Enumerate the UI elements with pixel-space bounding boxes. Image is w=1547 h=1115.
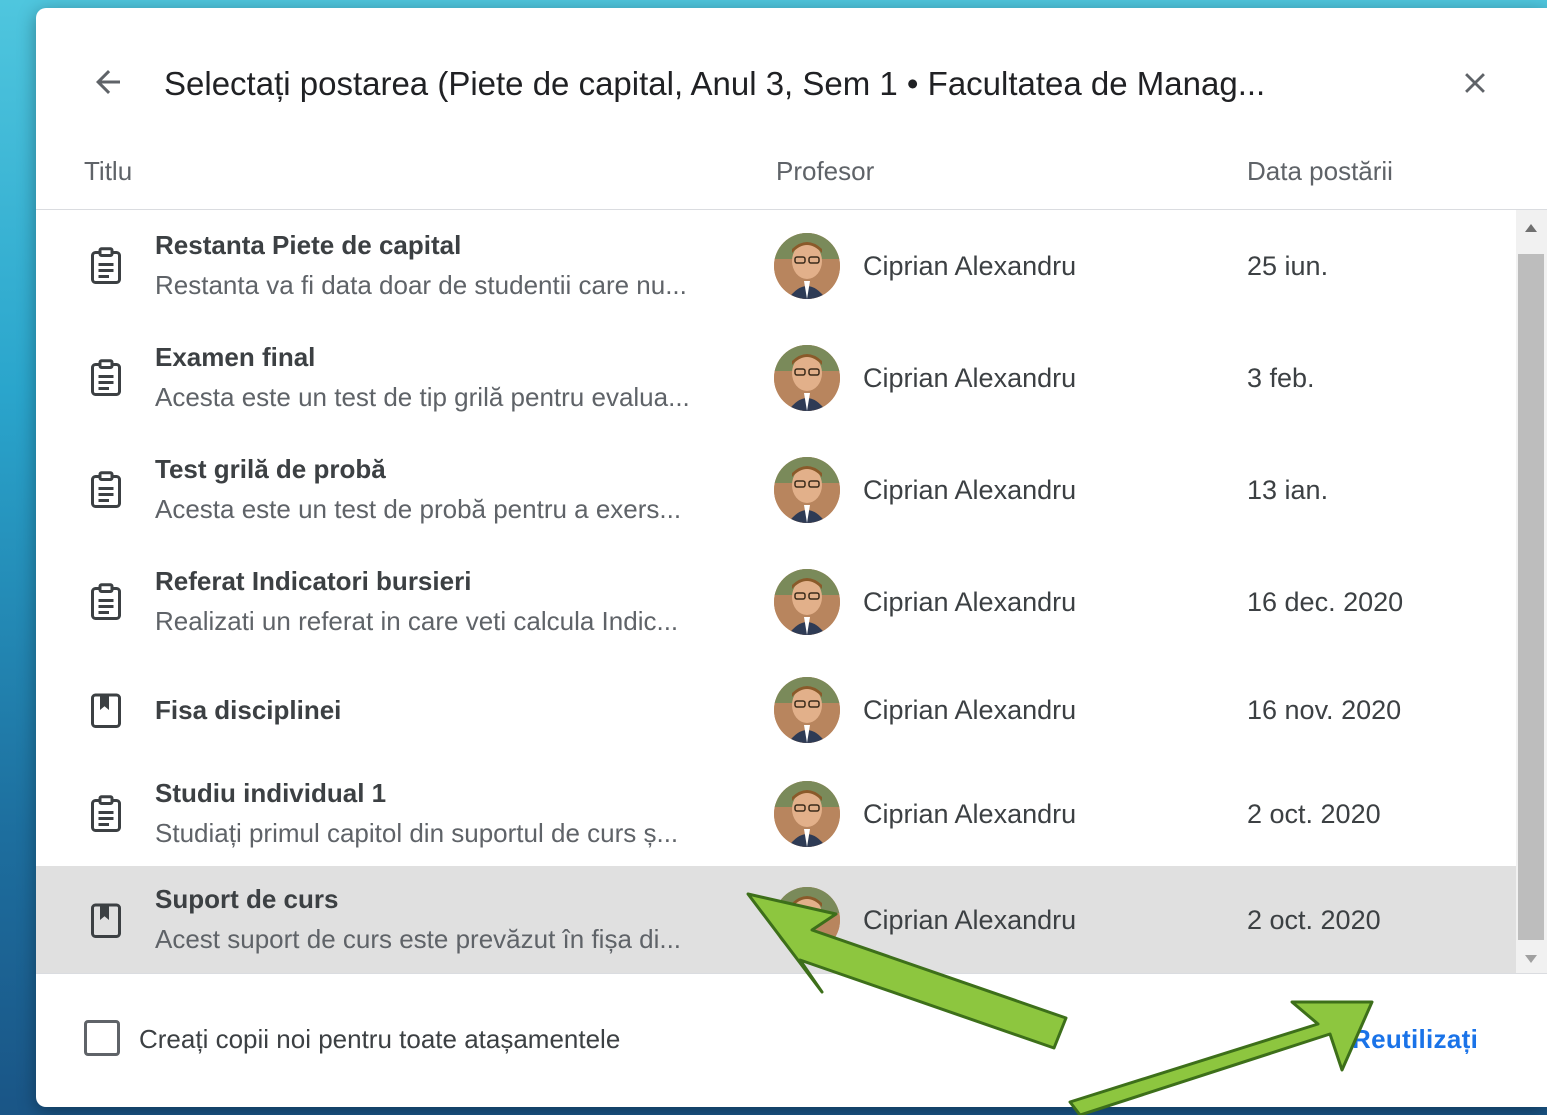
avatar [774,233,840,299]
post-title: Suport de curs [155,883,339,914]
teacher-name: Ciprian Alexandru [863,799,1077,829]
post-title: Examen final [155,342,316,372]
avatar [774,345,840,411]
list-scrollbar[interactable] [1516,210,1547,973]
assignment-icon [91,359,121,396]
assignment-icon [91,583,121,620]
post-description: Realizati un referat in care veti calcul… [155,606,679,636]
post-date: 13 ian. [1247,475,1329,505]
assignment-icon [91,795,121,832]
list-item[interactable]: Suport de curs Acest suport de curs este … [36,866,1516,973]
dialog-header: Selectați postarea (Piete de capital, An… [36,8,1547,148]
teacher-name: Ciprian Alexandru [863,695,1077,725]
teacher-name: Ciprian Alexandru [863,475,1077,505]
list-item[interactable]: Studiu individual 1 Studiați primul capit… [36,762,1516,866]
avatar [774,886,840,953]
list-item[interactable]: Fisa disciplinei Ciprian Alexandru 16 nov.… [36,658,1516,762]
post-list: Restanta Piete de capital Restanta va fi … [36,210,1516,973]
post-title: Referat Indicatori bursieri [155,566,472,596]
post-description: Restanta va fi data doar de studentii ca… [155,270,687,300]
post-description: Acesta este un test de probă pentru a ex… [155,494,682,524]
assignment-icon [91,247,121,284]
column-header-title: Titlu [84,156,133,186]
post-date: 3 feb. [1247,363,1315,393]
footer-divider [36,973,1547,974]
column-header-date: Data postării [1247,156,1393,186]
reuse-button[interactable]: Reutilizați [1352,1022,1478,1056]
post-description: Acesta este un test de tip grilă pentru … [155,382,690,412]
reuse-post-dialog: Selectați postarea (Piete de capital, An… [36,8,1547,1107]
close-icon[interactable] [1458,66,1492,100]
scroll-up-arrow-icon[interactable] [1525,224,1537,232]
list-item[interactable]: Examen final Acesta este un test de tip g… [36,322,1516,434]
copy-attachments-label: Creați copii noi pentru toate atașamente… [139,1024,621,1054]
background-panel [0,0,36,1115]
post-title: Restanta Piete de capital [155,230,462,260]
post-title: Fisa disciplinei [155,695,342,725]
avatar [774,569,840,635]
post-date: 16 dec. 2020 [1247,587,1404,617]
material-icon [91,693,121,728]
teacher-name: Ciprian Alexandru [863,251,1077,281]
assignment-icon [91,471,121,508]
post-date: 2 oct. 2020 [1247,799,1381,829]
copy-attachments-checkbox[interactable] [84,1020,120,1056]
list-item[interactable]: Restanta Piete de capital Restanta va fi … [36,210,1516,322]
scroll-down-arrow-icon[interactable] [1525,955,1537,963]
teacher-name: Ciprian Alexandru [863,587,1077,617]
column-header-teacher: Profesor [776,156,875,186]
material-icon [91,903,121,938]
post-title: Studiu individual 1 [155,778,387,808]
post-description: Studiați primul capitol din suportul de … [155,818,679,848]
dialog-title: Selectați postarea (Piete de capital, An… [164,65,1266,102]
post-date: 16 nov. 2020 [1247,695,1402,725]
teacher-name: Ciprian Alexandru [863,904,1077,935]
avatar [774,457,840,523]
back-arrow-icon[interactable] [90,64,126,100]
list-item[interactable]: Test grilă de probă Acesta este un test d… [36,434,1516,546]
post-title: Test grilă de probă [155,454,386,484]
list-item[interactable]: Referat Indicatori bursieri Realizati un … [36,546,1516,658]
post-date: 2 oct. 2020 [1247,904,1381,935]
post-date: 25 iun. [1247,251,1329,281]
scroll-thumb[interactable] [1518,254,1544,940]
avatar [774,677,840,743]
teacher-name: Ciprian Alexandru [863,363,1077,393]
post-description: Acest suport de curs este prevăzut în fi… [155,923,682,954]
avatar [774,781,840,847]
